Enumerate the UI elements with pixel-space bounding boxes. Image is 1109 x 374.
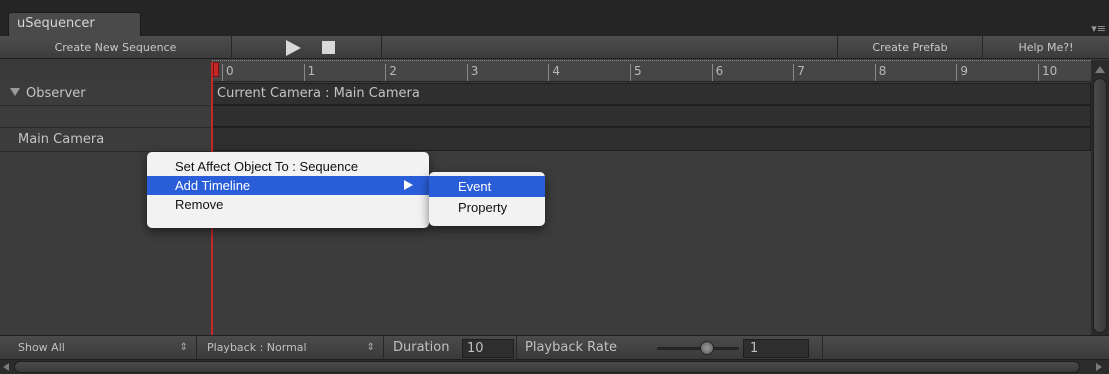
add-timeline-submenu: Event Property (429, 172, 545, 226)
submenu-item-property[interactable]: Property (429, 197, 545, 218)
ruler-spacer (0, 60, 212, 82)
expand-triangle-icon[interactable] (10, 88, 20, 96)
scroll-left-icon[interactable] (3, 363, 9, 371)
ruler-tick (793, 64, 795, 81)
show-filter-value: Show All (18, 341, 65, 354)
playhead-handle[interactable] (213, 62, 219, 77)
select-arrows-icon: ⇕ (179, 342, 188, 353)
track-observer-timeline[interactable]: Current Camera : Main Camera (212, 83, 1091, 105)
bottom-divider (516, 336, 517, 360)
ruler-tick (1038, 64, 1039, 81)
horizontal-scroll-thumb[interactable] (14, 361, 1080, 373)
bottom-divider (822, 336, 823, 360)
create-new-sequence-button[interactable]: Create New Sequence (0, 36, 232, 59)
show-filter-select[interactable]: Show All ⇕ (0, 336, 197, 360)
help-button[interactable]: Help Me?! (983, 36, 1109, 59)
track-observer-label: Observer (26, 86, 86, 101)
ruler-tick-label: 9 (960, 64, 969, 78)
submenu-arrow-icon (404, 180, 413, 190)
scroll-right-icon[interactable] (1096, 363, 1102, 371)
observer-current-camera: Current Camera : Main Camera (217, 86, 420, 101)
ruler-tick (630, 64, 631, 81)
stop-icon[interactable] (322, 41, 335, 54)
ruler-tick-label: 2 (389, 64, 397, 78)
scroll-up-icon[interactable] (1095, 66, 1105, 73)
bottom-bar: Show All ⇕ Playback : Normal ⇕ Duration … (0, 335, 1109, 360)
track-main-camera[interactable]: Main Camera (0, 128, 212, 152)
duration-label: Duration (393, 340, 450, 355)
ruler-tick-label: 6 (715, 64, 724, 78)
tab-options-icon[interactable]: ▾≡ (1091, 22, 1106, 35)
ruler-tick (222, 64, 223, 81)
menu-item-set-affect-object[interactable]: Set Affect Object To : Sequence (147, 157, 429, 176)
row-divider (0, 105, 212, 106)
track-observer[interactable]: Observer (0, 84, 212, 104)
timeline-ruler[interactable]: 0 1 2 3 4 5 6 7 8 9 10 (212, 60, 1091, 82)
duration-input[interactable]: 10 (462, 339, 514, 358)
playback-rate-slider-handle[interactable] (700, 341, 714, 355)
window-title-bar (0, 0, 1109, 36)
ruler-tick (548, 64, 550, 81)
ruler-tick-label: 1 (307, 64, 316, 78)
menu-item-remove[interactable]: Remove (147, 195, 429, 214)
ruler-tick-label: 3 (470, 64, 479, 78)
ruler-tick-label: 5 (634, 64, 642, 78)
menu-item-add-timeline-label: Add Timeline (175, 178, 251, 193)
playback-mode-value: Playback : Normal (207, 341, 307, 354)
menu-item-add-timeline[interactable]: Add Timeline (147, 176, 429, 195)
playback-rate-slider-track[interactable] (657, 347, 739, 350)
playback-mode-select[interactable]: Playback : Normal ⇕ (197, 336, 384, 360)
ruler-tick (466, 64, 468, 81)
ruler-tick (711, 64, 713, 81)
track-observer-subtimeline[interactable] (212, 105, 1091, 127)
select-arrows-icon: ⇕ (366, 342, 375, 353)
play-icon[interactable] (286, 40, 301, 56)
ruler-tick-label: 10 (1042, 64, 1058, 78)
create-prefab-button[interactable]: Create Prefab (837, 36, 983, 59)
ruler-tick (874, 64, 876, 81)
ruler-tick (385, 64, 387, 81)
ruler-tick-label: 0 (226, 64, 234, 78)
playback-rate-input[interactable]: 1 (743, 339, 809, 358)
vertical-scroll-thumb[interactable] (1093, 78, 1107, 333)
submenu-item-event[interactable]: Event (429, 176, 545, 197)
playback-rate-label: Playback Rate (525, 340, 617, 355)
ruler-tick (956, 64, 958, 81)
track-main-camera-timeline[interactable] (212, 127, 1091, 151)
ruler-tick-label: 7 (797, 64, 805, 78)
play-button[interactable] (232, 36, 282, 59)
toolbar: Create New Sequence Create Prefab Help M… (0, 36, 1109, 59)
ruler-minor-ticks (212, 60, 1091, 64)
tab-usequencer[interactable]: uSequencer (8, 12, 141, 36)
ruler-tick (303, 64, 305, 81)
ruler-tick-label: 4 (552, 64, 561, 78)
context-menu: Set Affect Object To : Sequence Add Time… (147, 152, 429, 228)
ruler-tick-label: 8 (878, 64, 887, 78)
